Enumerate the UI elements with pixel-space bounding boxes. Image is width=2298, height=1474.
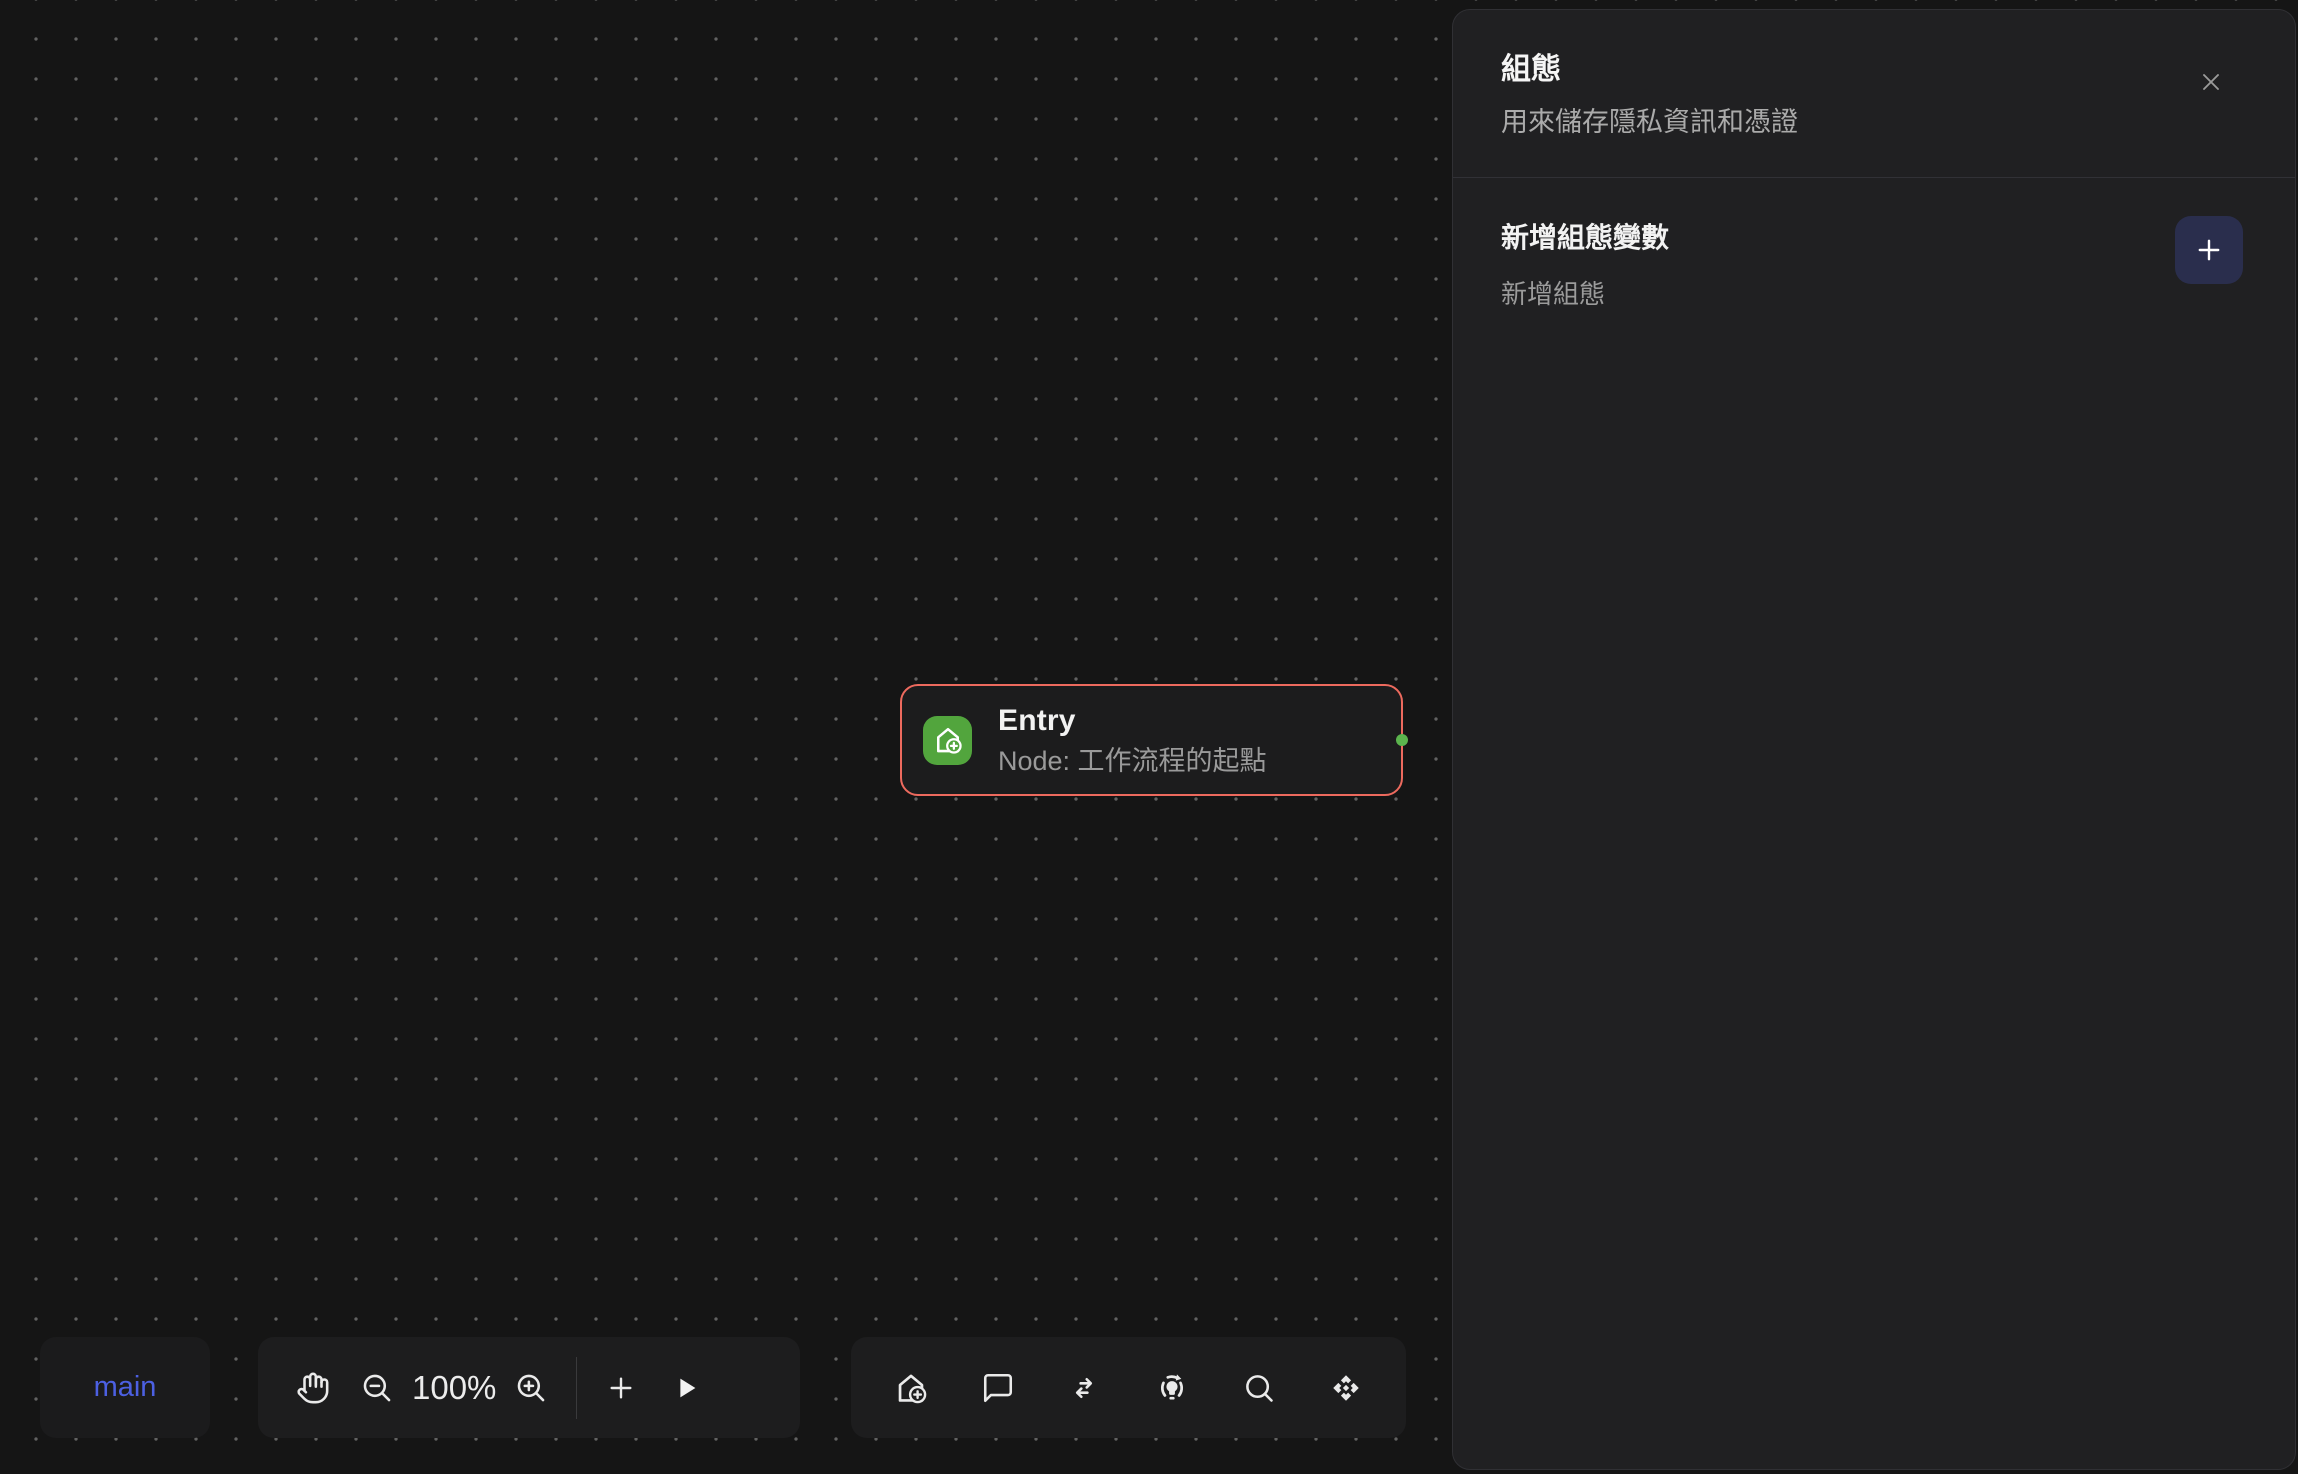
- zoom-in-icon[interactable]: [514, 1371, 548, 1405]
- move-icon[interactable]: [1328, 1370, 1364, 1406]
- node-title: Entry: [998, 706, 1267, 736]
- toolbar-divider: [576, 1357, 577, 1419]
- add-node-icon[interactable]: [893, 1370, 929, 1406]
- branch-button[interactable]: main: [40, 1337, 210, 1438]
- plus-icon[interactable]: [605, 1372, 637, 1404]
- add-config-subtitle: 新增組態: [1501, 274, 1669, 311]
- add-config-title: 新增組態變數: [1501, 216, 1669, 256]
- panel-subtitle: 用來儲存隱私資訊和憑證: [1501, 100, 2247, 139]
- node-subtitle: Node: 工作流程的起點: [998, 748, 1267, 775]
- plus-icon: [2192, 233, 2226, 267]
- entry-node[interactable]: Entry Node: 工作流程的起點: [900, 684, 1403, 796]
- search-icon[interactable]: [1242, 1371, 1276, 1405]
- actions-toolbar: [851, 1337, 1406, 1438]
- swap-arrows-icon[interactable]: [1067, 1371, 1101, 1405]
- play-icon[interactable]: [671, 1373, 701, 1403]
- hand-icon[interactable]: [296, 1371, 330, 1405]
- branch-label: main: [94, 1371, 157, 1404]
- panel-title: 組態: [1501, 44, 2247, 88]
- auto-layout-icon[interactable]: [1154, 1370, 1190, 1406]
- close-icon[interactable]: [2191, 62, 2231, 102]
- add-config-button[interactable]: [2175, 216, 2243, 284]
- home-add-icon: [923, 716, 972, 765]
- zoom-out-icon[interactable]: [360, 1371, 394, 1405]
- add-config-section: 新增組態變數 新增組態: [1453, 178, 2295, 311]
- zoom-toolbar: 100%: [258, 1337, 800, 1438]
- config-panel-header: 組態 用來儲存隱私資訊和憑證: [1453, 10, 2295, 178]
- config-panel: 組態 用來儲存隱私資訊和憑證 新增組態變數 新增組態: [1452, 9, 2296, 1470]
- comment-icon[interactable]: [981, 1371, 1015, 1405]
- connection-handle[interactable]: [1396, 734, 1408, 746]
- zoom-level: 100%: [412, 1369, 496, 1407]
